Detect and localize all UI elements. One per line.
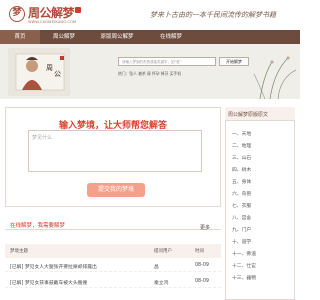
site-header: 梦 周公解梦 WWW.CXGWEIKANG.COM 梦来卜古由的一本千民间流传的… xyxy=(0,0,300,32)
row-topic[interactable]: [已解] 梦见女孩事鼓戴车被大头搬撞 xyxy=(10,279,87,286)
sidebar-item[interactable]: 七、衣服 xyxy=(232,202,251,209)
sidebar-item[interactable]: 四、树木 xyxy=(232,166,251,173)
sidebar-item[interactable]: 十、道学 xyxy=(232,238,251,245)
nav-online[interactable]: 在线解梦 xyxy=(146,30,196,44)
column-user: 提问用户 xyxy=(154,249,172,254)
main-nav: 首页 周公解梦 原版周公解梦 在线解梦 xyxy=(0,30,300,44)
sidebar-item[interactable]: 一、天地 xyxy=(232,130,251,137)
online-table-header xyxy=(5,244,221,258)
hot-keywords[interactable]: 热门：坠人 被杀 屎 怀孕 掉牙 买手机 xyxy=(118,71,181,77)
sage-portrait-icon: 周 公 xyxy=(8,48,70,96)
logo-subtitle: WWW.CXGWEIKANG.COM xyxy=(28,20,77,24)
logo-seal-icon xyxy=(75,7,81,13)
sidebar-item[interactable]: 九、门户 xyxy=(232,226,251,233)
sidebar-item[interactable]: 五、身体 xyxy=(232,178,251,185)
sidebar-item[interactable]: 三、山石 xyxy=(232,154,251,161)
sidebar-item[interactable]: 十一、佛道 xyxy=(232,250,256,257)
orchid-decoration-icon xyxy=(253,56,297,99)
dream-search-input[interactable]: 请输入梦到的东西或者关键字，如“蛇” xyxy=(118,57,216,66)
online-more-link[interactable]: 更多 xyxy=(200,224,210,231)
row-time: 08-09 xyxy=(195,279,209,284)
svg-text:周: 周 xyxy=(46,64,53,72)
nav-home[interactable]: 首页 xyxy=(0,30,40,44)
banner: 周 公 请输入梦到的东西或者关键字，如“蛇” 开始解梦 热门：坠人 被杀 屎 怀… xyxy=(0,44,300,99)
svg-text:公: 公 xyxy=(54,70,61,78)
row-user: 秦立鸿 xyxy=(154,281,169,286)
start-search-button[interactable]: 开始解梦 xyxy=(219,57,249,66)
row-topic[interactable]: [已解] 梦见女人大腿张开要拉屎却排露出 xyxy=(10,263,97,270)
row-user: 昌 xyxy=(154,265,159,270)
sidebar-title[interactable]: 周公解梦原版原文 xyxy=(228,111,268,118)
row-time: 08-09 xyxy=(195,263,209,268)
nav-zhougong[interactable]: 周公解梦 xyxy=(40,30,88,44)
dream-description-textarea[interactable]: 梦见什么 xyxy=(28,130,202,172)
sidebar-item[interactable]: 二、地理 xyxy=(232,142,251,149)
sidebar-item[interactable]: 六、鸟兽 xyxy=(232,190,251,197)
column-topic: 梦境主题 xyxy=(10,249,28,254)
header-slogan: 梦来卜古由的一本千民间流传的解梦书籍 xyxy=(150,11,276,19)
sidebar-item[interactable]: 八、宫舍 xyxy=(232,214,251,221)
logo-text[interactable]: 周公解梦 xyxy=(28,4,75,21)
logo-mark-icon[interactable]: 梦 xyxy=(9,6,25,22)
submit-dream-button[interactable]: 提交我的梦境 xyxy=(87,183,145,197)
nav-original[interactable]: 原版周公解梦 xyxy=(88,30,146,44)
sidebar-item[interactable]: 十三、器物 xyxy=(232,274,256,281)
sidebar-item[interactable]: 十二、仕宦 xyxy=(232,262,256,269)
online-section-title[interactable]: 在线解梦，我需要解梦 xyxy=(10,221,65,229)
column-time: 时间 xyxy=(195,249,204,254)
